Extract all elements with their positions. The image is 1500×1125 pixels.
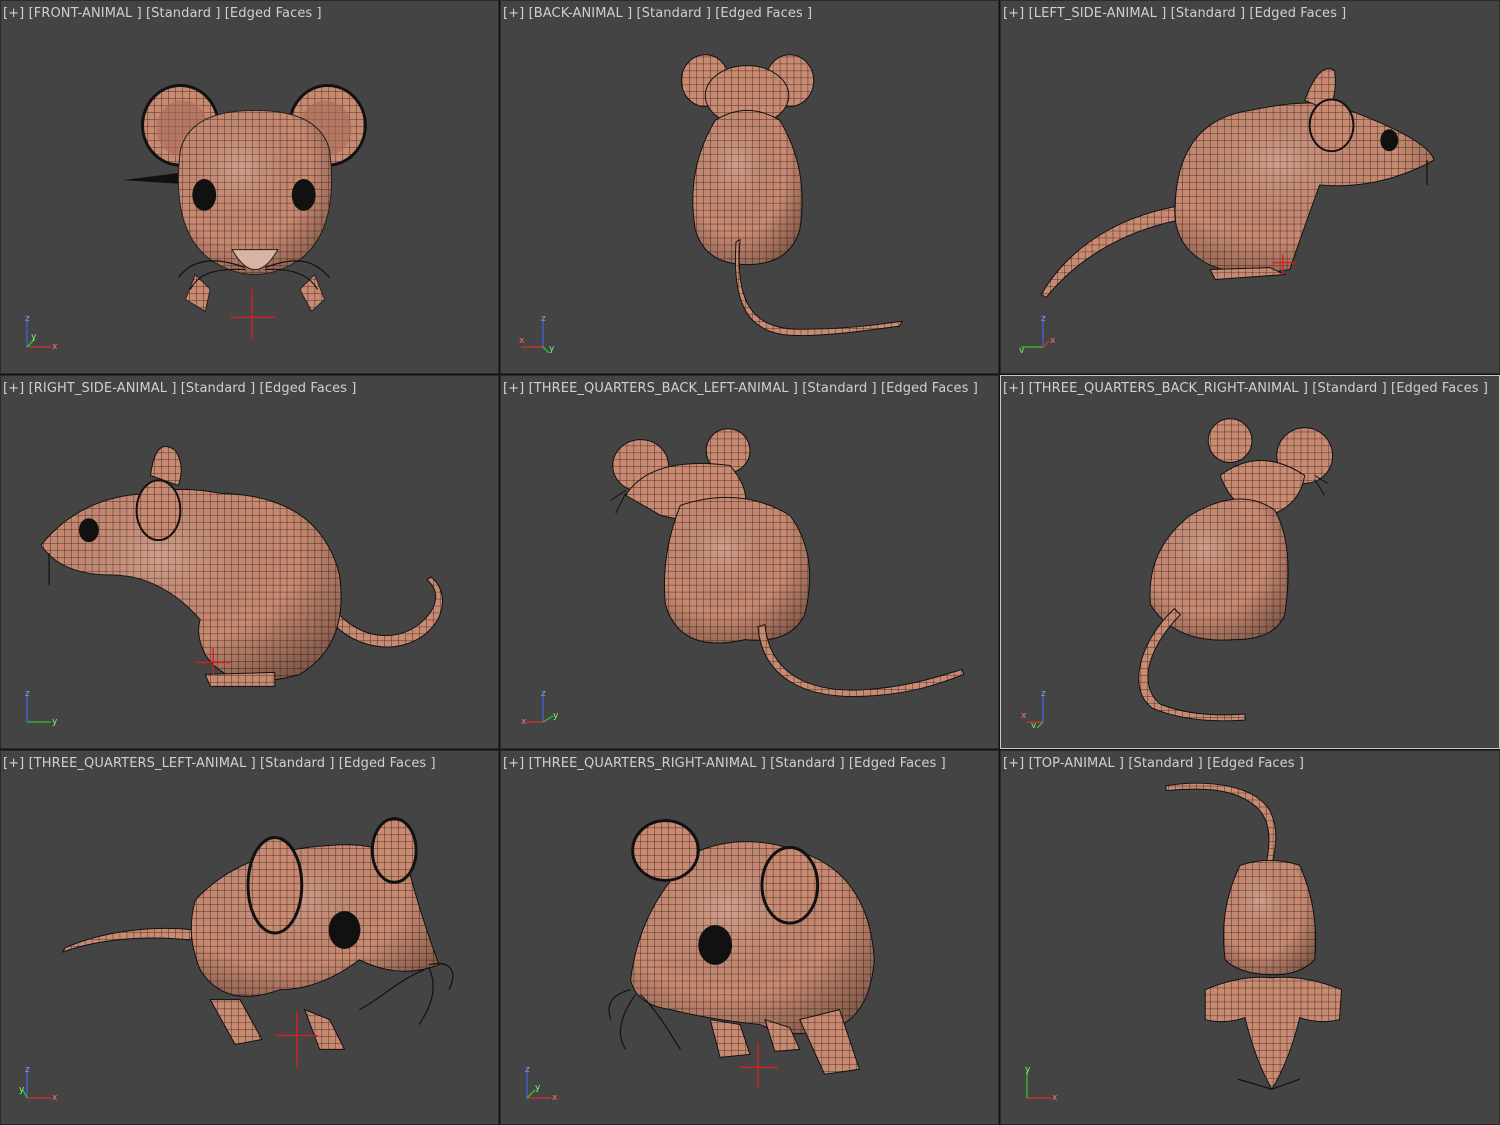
- svg-text:x: x: [52, 342, 58, 352]
- viewport-top[interactable]: [+] [TOP-ANIMAL ] [Standard ] [Edged Fac…: [1000, 750, 1500, 1125]
- viewport-front[interactable]: [+] [FRONT-ANIMAL ] [Standard ] [Edged F…: [0, 0, 499, 374]
- mouse-mesh-top[interactable]: [1001, 751, 1499, 1124]
- svg-text:y: y: [1019, 346, 1025, 353]
- svg-text:x: x: [1052, 1093, 1058, 1103]
- axis-tripod: z x y: [19, 1065, 58, 1103]
- svg-text:z: z: [25, 689, 30, 699]
- mouse-mesh-three-quarters-left[interactable]: [1, 751, 498, 1124]
- viewport-three-quarters-left[interactable]: [+] [THREE_QUARTERS_LEFT-ANIMAL ] [Stand…: [0, 750, 499, 1125]
- viewport-grid: [+] [FRONT-ANIMAL ] [Standard ] [Edged F…: [0, 0, 1500, 1125]
- svg-text:z: z: [525, 1065, 530, 1075]
- svg-text:y: y: [31, 332, 37, 342]
- svg-text:z: z: [25, 1065, 30, 1075]
- svg-text:z: z: [1041, 314, 1046, 324]
- viewport-right-side[interactable]: [+] [RIGHT_SIDE-ANIMAL ] [Standard ] [Ed…: [0, 375, 499, 749]
- viewport-three-quarters-back-right[interactable]: [+] [THREE_QUARTERS_BACK_RIGHT-ANIMAL ] …: [1000, 375, 1500, 749]
- axis-tripod: z x y: [1021, 689, 1046, 728]
- viewport-three-quarters-right[interactable]: [+] [THREE_QUARTERS_RIGHT-ANIMAL ] [Stan…: [500, 750, 999, 1125]
- axis-tripod: z x y: [519, 314, 555, 353]
- svg-text:y: y: [553, 711, 559, 721]
- svg-text:z: z: [1041, 689, 1046, 699]
- mouse-mesh-right-side[interactable]: [1, 376, 498, 748]
- mouse-mesh-three-quarters-back-right[interactable]: [1001, 376, 1499, 748]
- svg-text:y: y: [1025, 1065, 1031, 1075]
- viewport-left-side[interactable]: [+] [LEFT_SIDE-ANIMAL ] [Standard ] [Edg…: [1000, 0, 1500, 374]
- mouse-mesh-three-quarters-right[interactable]: [501, 751, 998, 1124]
- svg-text:z: z: [541, 314, 546, 324]
- axis-tripod: z y: [25, 689, 58, 727]
- svg-text:y: y: [549, 344, 555, 353]
- svg-text:x: x: [1050, 336, 1056, 346]
- svg-text:y: y: [19, 1085, 25, 1095]
- mouse-mesh-back[interactable]: [501, 1, 998, 373]
- axis-tripod: z x y: [25, 314, 58, 352]
- svg-text:y: y: [1031, 721, 1037, 728]
- svg-text:x: x: [521, 717, 527, 727]
- svg-text:x: x: [519, 336, 525, 346]
- svg-text:y: y: [535, 1083, 541, 1093]
- axis-tripod: z y x: [521, 689, 559, 727]
- svg-text:x: x: [1021, 711, 1027, 721]
- axis-tripod: z x y: [1019, 314, 1056, 353]
- svg-text:y: y: [52, 717, 58, 727]
- mouse-mesh-three-quarters-back-left[interactable]: [501, 376, 998, 748]
- viewport-three-quarters-back-left[interactable]: [+] [THREE_QUARTERS_BACK_LEFT-ANIMAL ] […: [500, 375, 999, 749]
- svg-text:x: x: [552, 1093, 558, 1103]
- mouse-mesh-front[interactable]: [1, 1, 498, 373]
- axis-tripod: y x: [1025, 1065, 1058, 1103]
- svg-text:x: x: [52, 1093, 58, 1103]
- viewport-back[interactable]: [+] [BACK-ANIMAL ] [Standard ] [Edged Fa…: [500, 0, 999, 374]
- svg-text:z: z: [25, 314, 30, 324]
- svg-text:z: z: [541, 689, 546, 699]
- mouse-mesh-left-side[interactable]: [1001, 1, 1499, 373]
- axis-tripod: z x y: [525, 1065, 558, 1103]
